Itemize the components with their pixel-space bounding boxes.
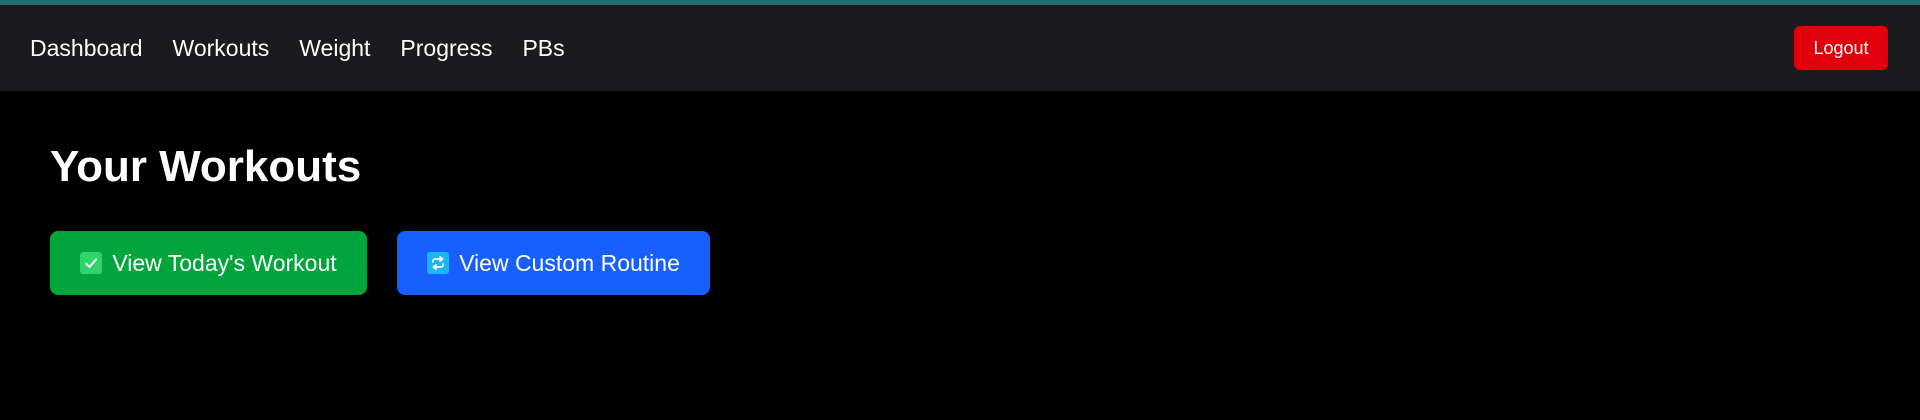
nav-link-progress[interactable]: Progress bbox=[400, 36, 492, 60]
logout-button[interactable]: Logout bbox=[1794, 26, 1888, 70]
view-todays-workout-button[interactable]: View Today's Workout bbox=[50, 231, 367, 295]
page-title: Your Workouts bbox=[50, 142, 362, 191]
nav-links: Dashboard Workouts Weight Progress PBs bbox=[30, 36, 565, 60]
main-content: Your Workouts View Today's Workout View … bbox=[0, 91, 1920, 295]
view-todays-workout-label: View Today's Workout bbox=[112, 249, 337, 276]
nav-link-dashboard[interactable]: Dashboard bbox=[30, 36, 143, 60]
view-custom-routine-button[interactable]: View Custom Routine bbox=[397, 231, 710, 295]
view-custom-routine-label: View Custom Routine bbox=[459, 249, 680, 276]
check-icon bbox=[80, 252, 103, 274]
nav-link-pbs[interactable]: PBs bbox=[522, 36, 564, 60]
nav-link-weight[interactable]: Weight bbox=[299, 36, 370, 60]
nav-link-workouts[interactable]: Workouts bbox=[173, 36, 270, 60]
workout-actions: View Today's Workout View Custom Routine bbox=[50, 231, 1870, 295]
navbar: Dashboard Workouts Weight Progress PBs L… bbox=[0, 5, 1920, 91]
repeat-icon bbox=[427, 252, 450, 274]
